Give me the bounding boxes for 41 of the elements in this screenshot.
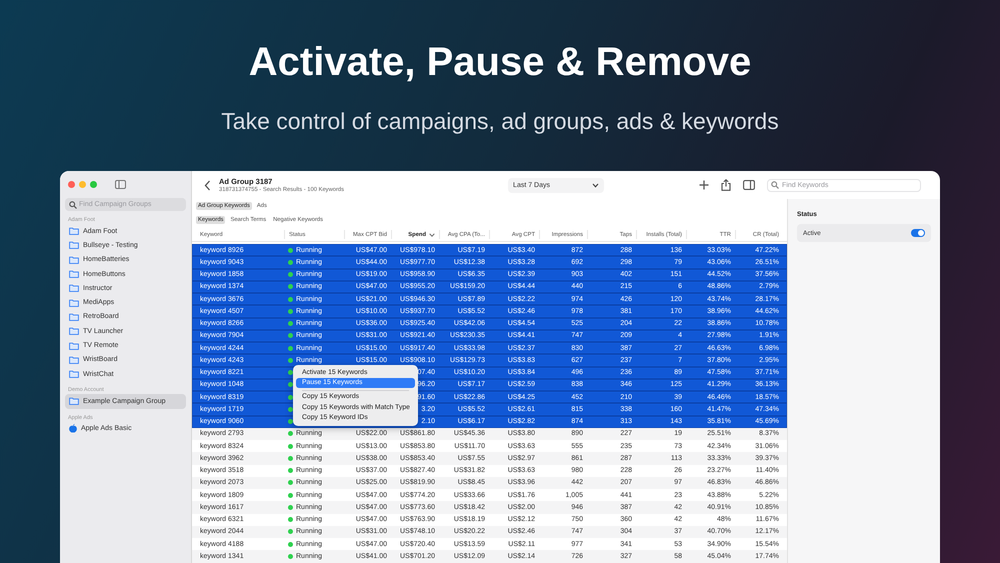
folder-icon [69, 397, 79, 406]
status-dot [288, 248, 293, 253]
subheadline: Take control of campaigns, ad groups, ads & keywords [221, 107, 779, 136]
status-dot [288, 517, 293, 522]
status-dot [288, 321, 293, 326]
status-dot [288, 504, 293, 510]
close-icon[interactable] [68, 181, 75, 188]
add-icon[interactable] [699, 180, 710, 190]
status-dot [288, 358, 293, 363]
status-dot [288, 542, 293, 547]
app-icon [69, 424, 77, 434]
chevron-icon [592, 182, 600, 188]
sidebar-toggle-icon[interactable] [115, 180, 126, 189]
status-dot [288, 370, 293, 376]
search-icon [771, 181, 780, 189]
status-dot [288, 431, 293, 436]
back-icon[interactable] [204, 180, 211, 190]
status-dot [288, 272, 293, 278]
status-dot [288, 492, 293, 498]
status-dot [288, 346, 293, 351]
status-dot [288, 529, 293, 534]
status-dot [288, 456, 293, 461]
status-dot [288, 554, 293, 559]
status-dot [288, 480, 293, 486]
search-icon [69, 200, 77, 208]
status-dot [288, 308, 293, 314]
status-dot [288, 419, 293, 424]
status-dot [288, 296, 293, 302]
share-icon[interactable] [721, 179, 732, 191]
status-dot [288, 444, 293, 449]
status-dot [288, 468, 293, 474]
toggle-switch[interactable] [911, 229, 925, 237]
status-dot [288, 284, 293, 290]
status-dot [288, 260, 293, 265]
status-dot [288, 333, 293, 338]
headline: Activate, Pause & Remove [248, 39, 752, 86]
sort-icon [429, 232, 435, 236]
status-dot [288, 394, 293, 400]
status-dot [288, 382, 293, 388]
sidebar-toggle-icon[interactable] [743, 180, 756, 190]
status-dot [288, 406, 293, 412]
